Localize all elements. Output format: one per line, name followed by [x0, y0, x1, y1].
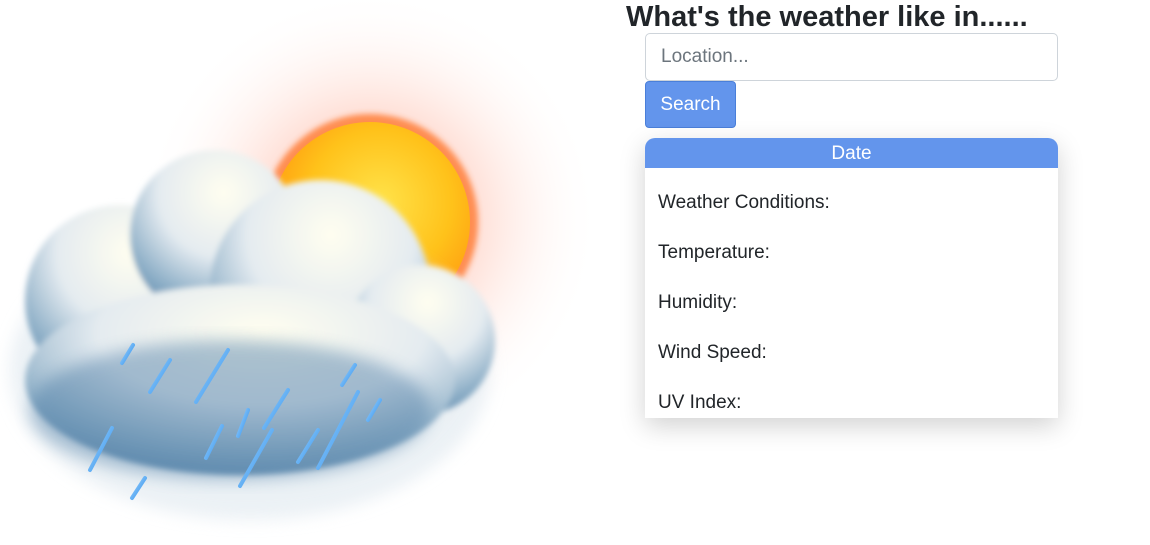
wind-speed-label: Wind Speed: [658, 342, 767, 363]
weather-conditions-label: Weather Conditions: [658, 192, 830, 213]
cloud-sun-rain-icon [10, 0, 600, 520]
location-search-input[interactable] [645, 33, 1058, 81]
weather-illustration [0, 0, 610, 545]
page-title: What's the weather like in...... [626, 1, 1028, 33]
card-body: Weather Conditions: Temperature: Humidit… [645, 168, 1058, 418]
weather-card: Date Weather Conditions: Temperature: Hu… [645, 138, 1058, 418]
search-button[interactable]: Search [645, 81, 736, 128]
temperature-label: Temperature: [658, 242, 770, 263]
humidity-label: Humidity: [658, 292, 738, 313]
card-date-header: Date [645, 138, 1058, 168]
page: What's the weather like in...... Search … [0, 0, 1150, 545]
uv-index-label: UV Index: [658, 392, 742, 413]
